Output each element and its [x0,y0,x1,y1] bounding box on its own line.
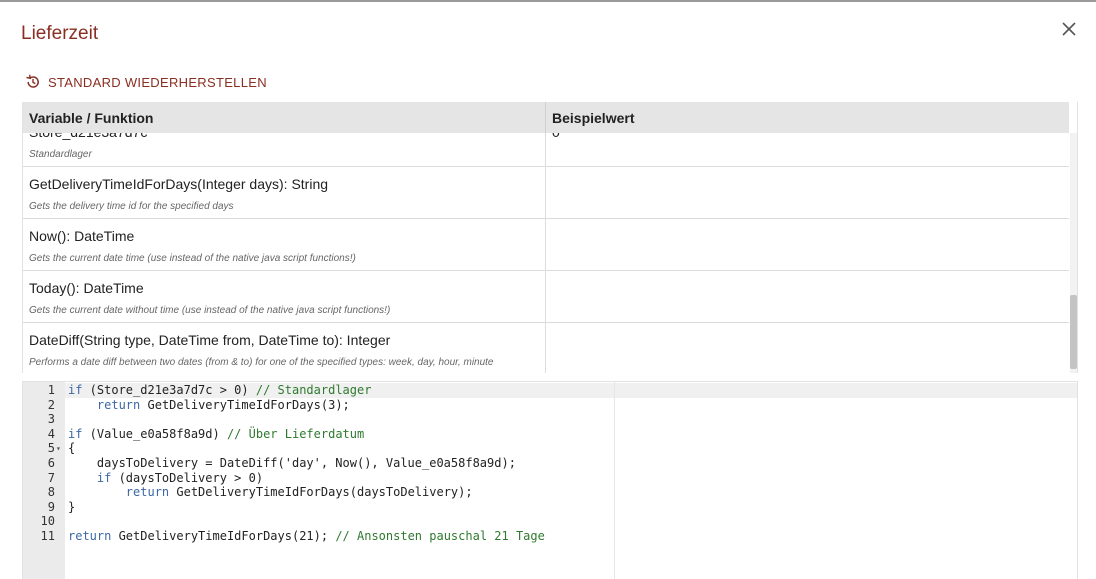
table-header: Variable / Funktion Beispielwert [23,102,1069,133]
dialog-top-border [0,0,1096,2]
line-number: 2 [47,397,55,412]
close-button[interactable] [1058,18,1080,40]
dialog-title: Lieferzeit [21,23,99,44]
restore-default-button[interactable]: STANDARD WIEDERHERSTELLEN [25,72,267,92]
fold-toggle-icon[interactable]: ▾ [56,444,61,453]
code-line: if (daysToDelivery > 0) [96,470,264,485]
function-name: Now(): DateTime [29,228,135,244]
function-name: DateDiff(String type, DateTime from, Dat… [29,332,391,348]
line-number: 8 [47,485,55,500]
function-description: Performs a date diff between two dates (… [29,357,494,368]
code-line: { [68,441,76,456]
code-line: } [68,499,76,514]
table-row[interactable]: Now(): DateTime Gets the current date ti… [23,219,1069,271]
code-line: if (Store_d21e3a7d7c > 0) // Standardlag… [68,383,372,397]
code-line: if (Value_e0a58f8a9d) // Über Lieferdatu… [68,426,365,441]
function-name: Today(): DateTime [29,280,144,296]
variables-table-body: Store_d21e3a7d7c Standardlager 0 GetDeli… [23,115,1069,373]
function-description: Gets the current date without time (use … [29,305,391,316]
code-line: return GetDeliveryTimeIdForDays(daysToDe… [125,485,473,500]
variable-description: Standardlager [29,149,92,160]
line-number: 10 [40,514,55,529]
code-editor[interactable]: 1 2 3 4 5 ▾ 6 7 8 9 10 11 if (Store_d21e… [22,381,1078,579]
editor-gutter: 1 2 3 4 5 ▾ 6 7 8 9 10 11 [23,382,65,579]
function-description: Gets the current date time (use instead … [29,253,356,264]
function-name: GetDeliveryTimeIdForDays(Integer days): … [29,176,329,192]
line-number: 3 [47,412,55,427]
line-number: 9 [47,499,55,514]
table-row[interactable]: GetDeliveryTimeIdForDays(Integer days): … [23,167,1069,219]
table-row[interactable]: DateDiff(String type, DateTime from, Dat… [23,323,1069,373]
table-scrollbar-thumb[interactable] [1070,295,1077,369]
variables-table: Store_d21e3a7d7c Standardlager 0 GetDeli… [22,102,1078,373]
column-header-variable: Variable / Funktion [23,102,546,133]
line-number: 6 [47,456,55,470]
close-icon [1062,22,1076,36]
code-line: return GetDeliveryTimeIdForDays(21); // … [68,529,545,543]
restore-default-label: STANDARD WIEDERHERSTELLEN [48,74,267,90]
line-number: 1 [47,383,55,397]
code-line: daysToDelivery = DateDiff('day', Now(), … [68,456,516,470]
table-row[interactable]: Today(): DateTime Gets the current date … [23,271,1069,323]
print-margin [614,382,615,579]
code-line: return GetDeliveryTimeIdForDays(3); [96,397,350,412]
column-header-example: Beispielwert [552,110,635,126]
function-description: Gets the delivery time id for the specif… [29,201,234,212]
line-number: 4 [47,426,55,441]
line-number: 11 [40,529,55,543]
history-icon [26,74,39,88]
line-number: 5 [47,441,55,456]
line-number: 7 [47,470,55,485]
